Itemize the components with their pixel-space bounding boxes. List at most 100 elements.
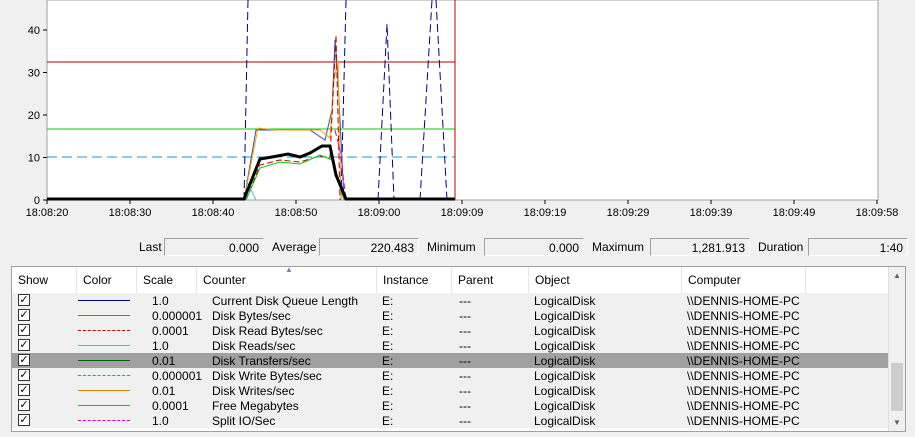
y-tick-label: 40 [28,25,40,37]
legend-row[interactable]: ✓ 1.0 Split IO/Sec E: --- LogicalDisk \\DENNIS… [12,413,890,428]
minimum-label: Minimum [427,240,476,254]
last-label: Last [139,240,162,254]
y-tick-label: 30 [28,68,40,80]
parent-cell: --- [459,399,471,413]
legend-row[interactable]: ✓ 0.0001 Disk Read Bytes/sec E: --- LogicalDi… [12,323,890,338]
scale-cell: 0.0001 [152,324,189,338]
counter-cell: Disk Transfers/sec [212,354,311,368]
column-show[interactable]: Show [12,267,77,293]
legend-row[interactable]: ✓ 0.0001 Free Megabytes E: --- LogicalDisk \\D… [12,398,890,413]
x-axis: 18:08:20 18:08:30 18:08:40 18:08:50 18:09:00… [26,200,899,219]
parent-cell: --- [459,339,471,353]
scale-cell: 1.0 [152,414,169,428]
column-object[interactable]: Object [529,267,682,293]
column-scale[interactable]: Scale [137,267,197,293]
parent-cell: --- [459,294,471,308]
computer-cell: \\DENNIS-HOME-PC [687,294,800,308]
counter-cell: Disk Write Bytes/sec [212,369,322,383]
duration-value: 1:40 [808,238,908,256]
legend-row[interactable]: ✓ 0.01 Disk Transfers/sec E: --- LogicalDisk \… [12,353,890,368]
column-color[interactable]: Color [77,267,137,293]
scale-cell: 0.000001 [152,309,203,323]
legend-row[interactable]: ✓ 1.0 Current Disk Queue Length E: --- Logica… [12,293,890,308]
computer-cell: \\DENNIS-HOME-PC [687,414,800,428]
counter-cell: Disk Writes/sec [212,384,295,398]
scale-cell: 0.01 [152,384,176,398]
color-swatch [78,405,130,406]
object-cell: LogicalDisk [534,414,596,428]
show-checkbox[interactable]: ✓ [18,339,30,351]
instance-cell: E: [382,309,394,323]
object-cell: LogicalDisk [534,399,596,413]
color-swatch [78,330,130,331]
legend-row[interactable]: ✓ 1.0 Disk Reads/sec E: --- LogicalDisk \\DENN… [12,338,890,353]
instance-cell: E: [382,369,394,383]
computer-cell: \\DENNIS-HOME-PC [687,309,800,323]
legend-row[interactable]: ✓ 0.000001 Disk Write Bytes/sec E: --- Logica… [12,368,890,383]
legend-scrollbar[interactable]: ▲ ▼ [888,267,905,431]
y-tick-label: 20 [28,110,40,122]
x-tick-label: 18:09:09 [441,207,484,219]
column-instance[interactable]: Instance [377,267,452,293]
x-tick-label: 18:09:58 [856,207,899,219]
show-checkbox[interactable]: ✓ [18,294,30,306]
graph-canvas[interactable]: 403020100 18:08:20 18:08:30 18:08:40 18:08:… [0,0,915,228]
computer-cell: \\DENNIS-HOME-PC [687,324,800,338]
show-checkbox[interactable]: ✓ [18,354,30,366]
minimum-value: 0.000 [484,238,584,256]
color-swatch [78,315,130,316]
computer-cell: \\DENNIS-HOME-PC [687,339,800,353]
average-value: 220.483 [319,238,419,256]
last-value: 0.000 [164,238,264,256]
color-swatch [78,390,130,391]
legend-row[interactable]: ✓ 0.01 Disk Writes/sec E: --- LogicalDisk \\DE… [12,383,890,398]
scale-cell: 0.000001 [152,369,203,383]
object-cell: LogicalDisk [534,324,596,338]
column-computer[interactable]: Computer [682,267,806,293]
show-checkbox[interactable]: ✓ [18,369,30,381]
scale-cell: 0.01 [152,354,176,368]
x-tick-label: 18:08:50 [275,207,318,219]
color-swatch [78,420,130,421]
scroll-thumb[interactable] [891,363,903,411]
scale-cell: 1.0 [152,339,169,353]
parent-cell: --- [459,309,471,323]
object-cell: LogicalDisk [534,354,596,368]
y-tick-label: 10 [28,153,40,165]
object-cell: LogicalDisk [534,294,596,308]
color-swatch [78,300,130,301]
x-tick-label: 18:09:00 [358,207,401,219]
instance-cell: E: [382,414,394,428]
scale-cell: 0.0001 [152,399,189,413]
x-tick-label: 18:09:39 [690,207,733,219]
x-tick-label: 18:09:19 [524,207,567,219]
parent-cell: --- [459,369,471,383]
x-tick-label: 18:08:30 [109,207,152,219]
instance-cell: E: [382,339,394,353]
column-parent[interactable]: Parent [452,267,529,293]
scale-cell: 1.0 [152,294,169,308]
scroll-up-arrow-icon[interactable]: ▲ [889,267,905,284]
object-cell: LogicalDisk [534,384,596,398]
column-counter[interactable]: Counter ▲ [197,267,377,293]
scroll-down-arrow-icon[interactable]: ▼ [889,414,905,431]
show-checkbox[interactable]: ✓ [18,309,30,321]
legend-row[interactable]: ✓ 0.000001 Disk Bytes/sec E: --- LogicalDisk \… [12,308,890,323]
maximum-label: Maximum [592,240,645,254]
counter-legend-list[interactable]: Show Color Scale Counter ▲ Instance Pare… [11,266,906,432]
show-checkbox[interactable]: ✓ [18,324,30,336]
column-counter-label: Counter [203,273,246,287]
parent-cell: --- [459,324,471,338]
counter-cell: Disk Reads/sec [212,339,296,353]
counter-cell: Current Disk Queue Length [212,294,359,308]
show-checkbox[interactable]: ✓ [18,414,30,426]
instance-cell: E: [382,399,394,413]
parent-cell: --- [459,384,471,398]
counter-cell: Free Megabytes [212,399,299,413]
computer-cell: \\DENNIS-HOME-PC [687,384,800,398]
show-checkbox[interactable]: ✓ [18,399,30,411]
object-cell: LogicalDisk [534,369,596,383]
performance-graph[interactable]: 40 30 20 10 0 18:08:20 18:08:30 18:08:40 18:08:… [0,0,915,228]
color-swatch [78,345,130,346]
show-checkbox[interactable]: ✓ [18,384,30,396]
